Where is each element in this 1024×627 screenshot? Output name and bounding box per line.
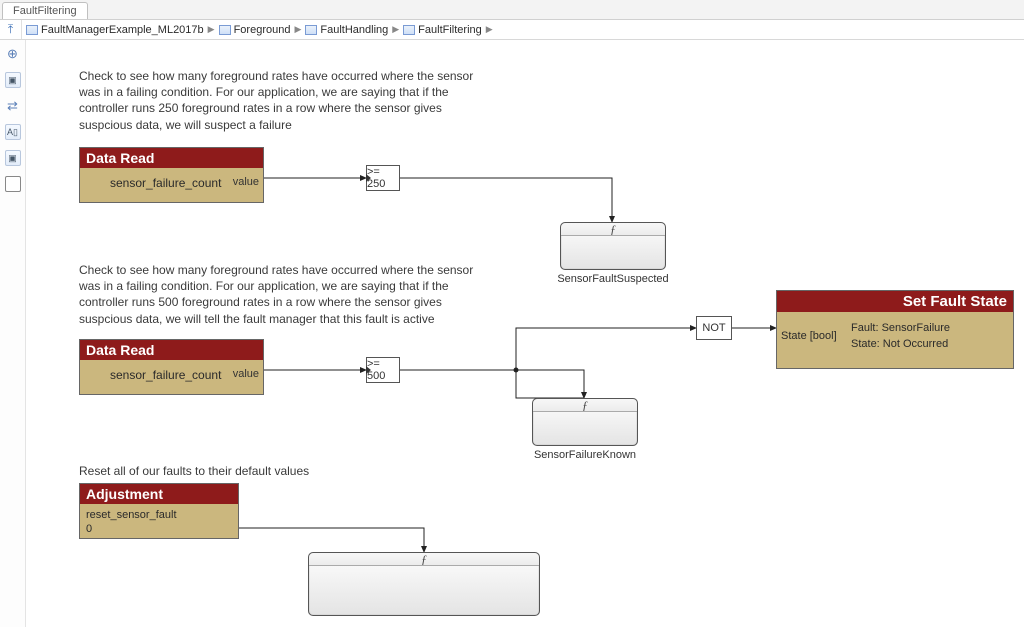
subsystem-icon [305, 25, 317, 35]
function-icon: ƒ [421, 552, 427, 567]
data-read-block[interactable]: Data Read sensor_failure_count value [79, 339, 264, 395]
breadcrumb-item[interactable]: FaultFiltering [418, 24, 482, 36]
compare-block[interactable]: >= 250 [366, 165, 400, 191]
subsystem-icon [403, 25, 415, 35]
function-icon: ƒ [610, 222, 616, 237]
nav-up-icon[interactable]: ⤒ [0, 20, 22, 39]
model-icon [26, 25, 38, 35]
output-port-label: value [233, 176, 259, 188]
chevron-right-icon: ▶ [294, 24, 301, 35]
annotation-text: Check to see how many foreground rates h… [79, 262, 479, 327]
breadcrumb-item[interactable]: Foreground [234, 24, 291, 36]
fit-to-view-icon[interactable]: ▣ [5, 72, 21, 88]
tool-palette: ⊕ ▣ ⇄ A▯ ▣ [0, 40, 26, 627]
function-call-subsystem[interactable]: ƒ [308, 552, 540, 616]
data-read-block[interactable]: Data Read sensor_failure_count value [79, 147, 264, 203]
swap-icon[interactable]: ⇄ [5, 98, 21, 114]
zoom-icon[interactable]: ⊕ [5, 46, 21, 62]
compare-label: >= 250 [367, 166, 399, 190]
fault-state: State: Not Occurred [851, 338, 948, 350]
fault-name: Fault: SensorFailure [851, 322, 950, 334]
inport-icon [366, 174, 371, 182]
block-header: Set Fault State [777, 291, 1013, 312]
breadcrumb-item[interactable]: FaultHandling [320, 24, 388, 36]
annotation-text: Reset all of our faults to their default… [79, 463, 309, 479]
region-icon[interactable] [5, 176, 21, 192]
function-icon: ƒ [582, 398, 588, 413]
chevron-right-icon: ▶ [208, 24, 215, 35]
inport-icon [366, 366, 371, 374]
tab-faultfiltering[interactable]: FaultFiltering [2, 2, 88, 19]
input-port-label: State [bool] [781, 330, 837, 342]
chevron-right-icon: ▶ [392, 24, 399, 35]
compare-block[interactable]: >= 500 [366, 357, 400, 383]
signal-name: sensor_failure_count [110, 176, 221, 190]
annotation-text: Check to see how many foreground rates h… [79, 68, 479, 133]
signal-name: sensor_failure_count [110, 368, 221, 382]
function-call-subsystem[interactable]: ƒ [532, 398, 638, 446]
subsystem-icon [219, 25, 231, 35]
output-port-label: value [233, 368, 259, 380]
chevron-right-icon: ▶ [486, 24, 493, 35]
annotate-icon[interactable]: A▯ [5, 124, 21, 140]
breadcrumb: FaultManagerExample_ML2017b ▶ Foreground… [22, 20, 1024, 39]
not-block[interactable]: NOT [696, 316, 732, 340]
function-call-subsystem[interactable]: ƒ [560, 222, 666, 270]
tab-strip: FaultFiltering [0, 0, 1024, 20]
image-icon[interactable]: ▣ [5, 150, 21, 166]
subsystem-label: SensorFaultSuspected [533, 273, 693, 285]
set-fault-state-block[interactable]: Set Fault State State [bool] Fault: Sens… [776, 290, 1014, 369]
model-canvas[interactable]: Check to see how many foreground rates h… [26, 40, 1024, 627]
breadcrumb-bar: ⤒ FaultManagerExample_ML2017b ▶ Foregrou… [0, 20, 1024, 40]
block-header: Data Read [80, 148, 263, 168]
block-header: Data Read [80, 340, 263, 360]
block-header: Adjustment [80, 484, 238, 504]
adjustment-name: reset_sensor_fault [86, 508, 232, 522]
adjustment-value: 0 [86, 522, 232, 536]
compare-label: >= 500 [367, 358, 399, 382]
adjustment-block[interactable]: Adjustment reset_sensor_fault 0 [79, 483, 239, 539]
breadcrumb-item[interactable]: FaultManagerExample_ML2017b [41, 24, 204, 36]
subsystem-label: SensorFailureKnown [505, 449, 665, 461]
not-label: NOT [702, 322, 725, 334]
